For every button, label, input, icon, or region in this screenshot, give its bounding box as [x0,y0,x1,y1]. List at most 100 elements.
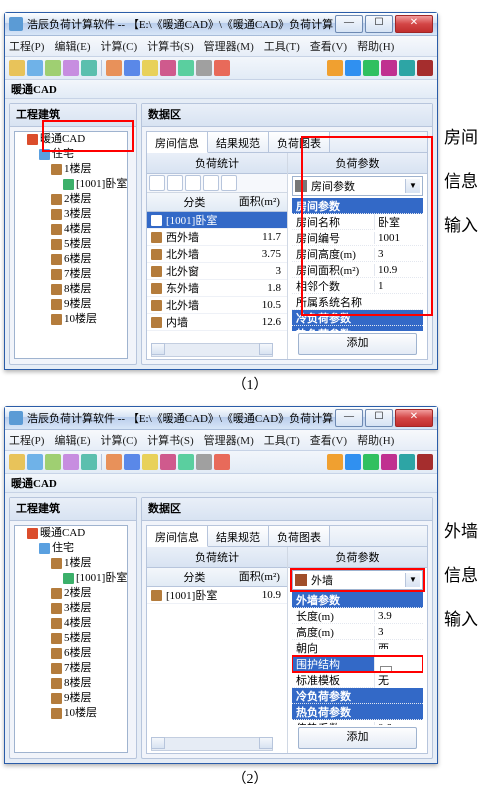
tool-icon[interactable] [9,454,25,470]
tool-icon[interactable] [45,454,61,470]
tool-icon[interactable] [417,454,433,470]
tabstrip[interactable]: 房间信息 结果规范 负荷图表 [146,525,428,546]
h-scrollbar[interactable] [151,737,273,751]
tab-chart[interactable]: 负荷图表 [269,526,330,546]
menu-item[interactable]: 查看(V) [310,432,347,448]
titlebar[interactable]: 浩辰负荷计算软件 -- 【E:\《暖通CAD》\《暖通CAD》负荷计算.chvl… [5,13,437,36]
mini-tool-icon[interactable] [167,175,183,191]
param-dropdown[interactable]: 外墙 ▼ [292,570,423,590]
param-row[interactable]: 所属系统名称 [292,294,423,310]
tree-root[interactable]: 暖通CAD [40,527,85,539]
tool-icon[interactable] [142,60,158,76]
grid-row[interactable]: 西外墙11.7 [147,229,287,246]
toolbar[interactable] [5,451,437,474]
grid-row[interactable]: 北外墙3.75 [147,246,287,263]
tool-icon[interactable] [345,60,361,76]
tree-floor[interactable]: 7楼层 [51,267,127,282]
tree-floor[interactable]: 3楼层 [51,207,127,222]
tool-icon[interactable] [160,60,176,76]
titlebar[interactable]: 浩辰负荷计算软件 -- 【E:\《暖通CAD》\《暖通CAD》负荷计算.chvl… [5,407,437,430]
tree-floor[interactable]: 6楼层 [51,646,127,661]
tool-icon[interactable] [363,60,379,76]
h-scrollbar[interactable] [151,343,273,357]
param-section[interactable]: 热负荷参数 [292,326,423,331]
tree-room[interactable]: [1001]卧室 [63,177,127,192]
menu-item[interactable]: 帮助(H) [357,432,394,448]
minimize-button[interactable]: — [335,409,363,427]
mini-tool-icon[interactable] [221,175,237,191]
param-list[interactable]: 房间参数房间名称卧室房间编号1001房间高度(m)3房间面积(m²)10.9相邻… [292,198,423,331]
mini-tool-icon[interactable] [185,175,201,191]
param-section[interactable]: 冷负荷参数 [292,688,423,704]
tool-icon[interactable] [214,454,230,470]
menu-item[interactable]: 计算(C) [101,38,138,54]
menubar[interactable]: 工程(P)编辑(E)计算(C)计算书(S)管理器(M)工具(T)查看(V)帮助(… [5,36,437,57]
menu-item[interactable]: 管理器(M) [204,38,254,54]
tool-icon[interactable] [178,60,194,76]
tree-floor[interactable]: 1楼层[1001]卧室 [51,556,127,586]
param-section[interactable]: 冷负荷参数 [292,310,423,326]
menu-item[interactable]: 编辑(E) [54,38,90,54]
tree-floor[interactable]: 1楼层[1001]卧室 [51,162,127,192]
tool-icon[interactable] [417,60,433,76]
tab-roominfo[interactable]: 房间信息 [147,132,208,153]
grid-row[interactable]: [1001]卧室 [147,212,287,229]
grid-row[interactable]: 内墙12.6 [147,314,287,331]
tab-roominfo[interactable]: 房间信息 [147,526,208,547]
grid-row[interactable]: 东外墙1.8 [147,280,287,297]
param-row[interactable]: 长度(m)3.9 [292,608,423,624]
tool-icon[interactable] [63,454,79,470]
grid-row[interactable]: [1001]卧室10.9 [147,587,287,604]
tool-icon[interactable] [124,60,140,76]
add-button[interactable]: 添加 [298,333,417,355]
tree-floor[interactable]: 8楼层 [51,676,127,691]
param-row[interactable]: 高度(m)3 [292,624,423,640]
mini-tool-icon[interactable] [149,175,165,191]
tab-chart[interactable]: 负荷图表 [269,132,330,152]
tool-icon[interactable] [106,60,122,76]
tree-room[interactable]: [1001]卧室 [63,571,127,586]
tree-floor[interactable]: 10楼层 [51,706,127,721]
param-row[interactable]: 传热系数0.6 [292,720,423,725]
menu-item[interactable]: 工程(P) [9,432,44,448]
tool-icon[interactable] [327,454,343,470]
tree-root[interactable]: 暖通CAD [40,133,85,145]
tool-icon[interactable] [9,60,25,76]
stat-grid[interactable]: [1001]卧室西外墙11.7北外墙3.75北外窗3东外墙1.8北外墙10.5内… [147,212,287,359]
menu-item[interactable]: 管理器(M) [204,432,254,448]
project-tree[interactable]: 暖通CAD 住宅 1楼层[1001]卧室2楼层3楼层4楼层5楼层6楼层7楼层8楼… [14,525,128,753]
tool-icon[interactable] [142,454,158,470]
chevron-down-icon[interactable]: ▼ [405,179,420,193]
tool-icon[interactable] [178,454,194,470]
tree-floor[interactable]: 9楼层 [51,297,127,312]
param-list[interactable]: 外墙参数长度(m)3.9高度(m)3朝向西围护结构混凝土24…标准模板无冷负荷参… [292,592,423,725]
tab-result[interactable]: 结果规范 [208,526,269,546]
tree-floor[interactable]: 7楼层 [51,661,127,676]
tree-floor[interactable]: 10楼层 [51,312,127,327]
tool-icon[interactable] [124,454,140,470]
tab-result[interactable]: 结果规范 [208,132,269,152]
param-section[interactable]: 热负荷参数 [292,704,423,720]
toolbar[interactable] [5,57,437,80]
menu-item[interactable]: 工程(P) [9,38,44,54]
tool-icon[interactable] [27,60,43,76]
tool-icon[interactable] [196,60,212,76]
tool-icon[interactable] [45,60,61,76]
grid-row[interactable]: 北外窗3 [147,263,287,280]
tree-home[interactable]: 住宅 [52,542,74,554]
param-section[interactable]: 房间参数 [292,198,423,214]
tool-icon[interactable] [214,60,230,76]
add-button[interactable]: 添加 [298,727,417,749]
menu-item[interactable]: 工具(T) [264,38,300,54]
tree-floor[interactable]: 8楼层 [51,282,127,297]
param-row[interactable]: 房间面积(m²)10.9 [292,262,423,278]
mini-tool-icon[interactable] [203,175,219,191]
maximize-button[interactable]: ☐ [365,409,393,427]
tool-icon[interactable] [327,60,343,76]
tool-icon[interactable] [381,60,397,76]
menu-item[interactable]: 计算(C) [101,432,138,448]
tree-floor[interactable]: 3楼层 [51,601,127,616]
tool-icon[interactable] [381,454,397,470]
param-row[interactable]: 标准模板无 [292,672,423,688]
tool-icon[interactable] [160,454,176,470]
